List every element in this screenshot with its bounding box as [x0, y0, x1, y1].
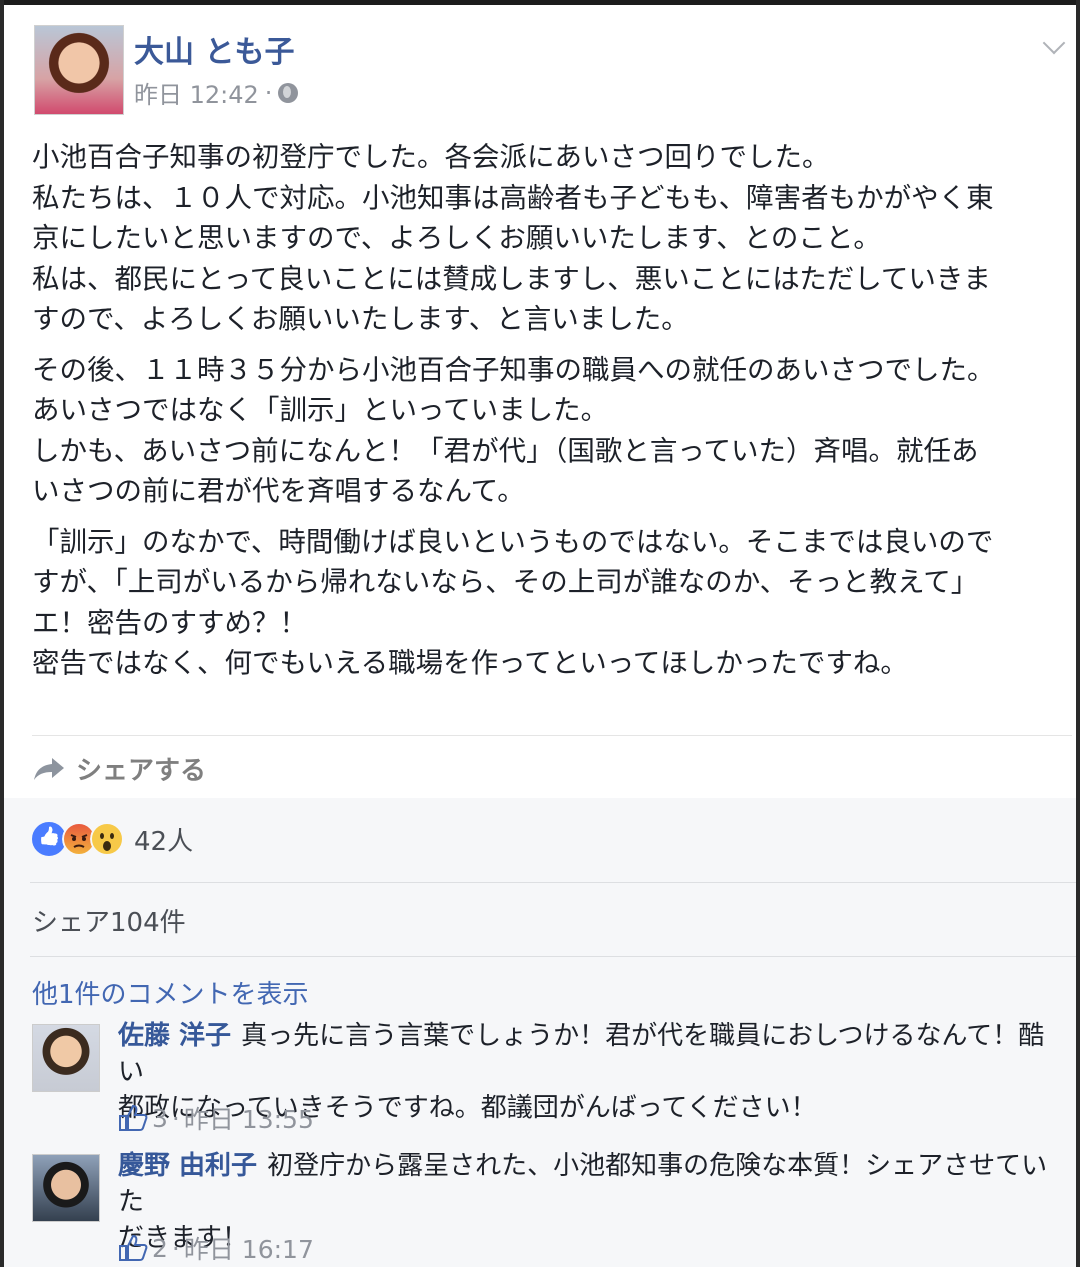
share-count[interactable]: シェア104件 [32, 902, 186, 939]
comment-timestamp[interactable]: 昨日 16:17 [184, 1230, 314, 1266]
text-line: 京にしたいと思いますので、よろしくお願いいたします、とのこと。 [32, 222, 881, 254]
text-line: 小池百合子知事の初登庁でした。各会派にあいさつ回りでした。 [32, 141, 830, 173]
meta-separator: · [171, 1233, 180, 1263]
meta-separator: · [171, 1103, 180, 1133]
text-line: 私は、都民にとって良いことには賛成しますし、悪いことにはただしていきま [32, 262, 991, 295]
post-body: 小池百合子知事の初登庁でした。各会派にあいさつ回りでした。 私たちは、１０人で対… [32, 137, 1072, 694]
avatar[interactable] [32, 1024, 100, 1092]
post-card: 大山 とも子 昨日 12:42 · 小池百合子知事の初登庁でした。各会派にあいさ… [4, 5, 1076, 798]
reactions-summary[interactable]: 42人 [30, 820, 193, 858]
author-avatar[interactable] [34, 25, 124, 115]
feedback-section: 42人 シェア104件 他1件のコメントを表示 佐藤 洋子真っ先に言う言葉でしょ… [4, 798, 1076, 1267]
text-line: その後、１１時３５分から小池百合子知事の職員への就任のあいさつでした。 [32, 353, 995, 386]
share-arrow-icon [34, 757, 64, 780]
comment-meta: 3 · 昨日 13:55 [118, 1100, 314, 1136]
divider [30, 882, 1076, 883]
meta-separator: · [264, 78, 273, 107]
text-line: 密告ではなく、何でもいえる職場を作ってといってほしかったですね。 [32, 647, 908, 679]
wow-icon [90, 822, 124, 856]
view-more-comments-link[interactable]: 他1件のコメントを表示 [32, 974, 309, 1011]
author-name[interactable]: 大山 とも子 [134, 27, 294, 71]
paragraph-1: 小池百合子知事の初登庁でした。各会派にあいさつ回りでした。 私たちは、１０人で対… [32, 137, 1072, 340]
reaction-count[interactable]: 42人 [134, 821, 193, 858]
text-line: 「訓示」のなかで、時間働けば良いというものではない。そこまでは良いので [32, 525, 994, 558]
comment-line: 初登庁から露呈された、小池都知事の危険な本質！シェアさせていた [118, 1151, 1048, 1217]
comment-line: 真っ先に言う言葉でしょうか！君が代を職員におしつけるなんて！酷い [118, 1021, 1045, 1087]
divider [30, 956, 1076, 957]
right-border [1076, 0, 1080, 1267]
share-button[interactable]: シェアする [32, 750, 206, 787]
divider [32, 735, 1072, 736]
thumbs-up-icon[interactable] [118, 1234, 148, 1262]
commenter-name[interactable]: 慶野 由利子 [118, 1151, 257, 1181]
chevron-down-icon[interactable] [1042, 31, 1066, 55]
thumbs-up-icon[interactable] [118, 1104, 148, 1132]
globe-icon [278, 82, 299, 103]
avatar[interactable] [32, 1154, 100, 1222]
text-line: 私たちは、１０人で対応。小池知事は高齢者も子どもも、障害者もかがやく東 [32, 181, 994, 214]
like-count: 3 [152, 1103, 168, 1133]
commenter-name[interactable]: 佐藤 洋子 [118, 1021, 231, 1051]
comment-meta: 2 · 昨日 16:17 [118, 1230, 314, 1266]
text-line: すので、よろしくお願いいたします、と言いました。 [32, 303, 689, 335]
like-count: 2 [152, 1233, 168, 1263]
text-line: あいさつではなく「訓示」といっていました。 [32, 394, 609, 426]
post-timestamp[interactable]: 昨日 12:42 [134, 75, 259, 110]
post-meta: 昨日 12:42 · [134, 75, 299, 110]
text-line: しかも、あいさつ前になんと！「君が代」（国歌と言っていた）斉唱。就任あ [32, 434, 979, 467]
comment-timestamp[interactable]: 昨日 13:55 [184, 1100, 314, 1136]
paragraph-3: 「訓示」のなかで、時間働けば良いというものではない。そこまでは良いので すが、「… [32, 522, 1072, 684]
text-line: いさつの前に君が代を斉唱するなんて。 [32, 475, 525, 507]
text-line: エ！密告のすすめ？！ [32, 606, 307, 639]
paragraph-2: その後、１１時３５分から小池百合子知事の職員への就任のあいさつでした。 あいさつ… [32, 350, 1072, 512]
text-line: すが、「上司がいるから帰れないなら、その上司が誰なのか、そっと教えて」 [32, 566, 979, 598]
share-label: シェアする [76, 756, 207, 786]
